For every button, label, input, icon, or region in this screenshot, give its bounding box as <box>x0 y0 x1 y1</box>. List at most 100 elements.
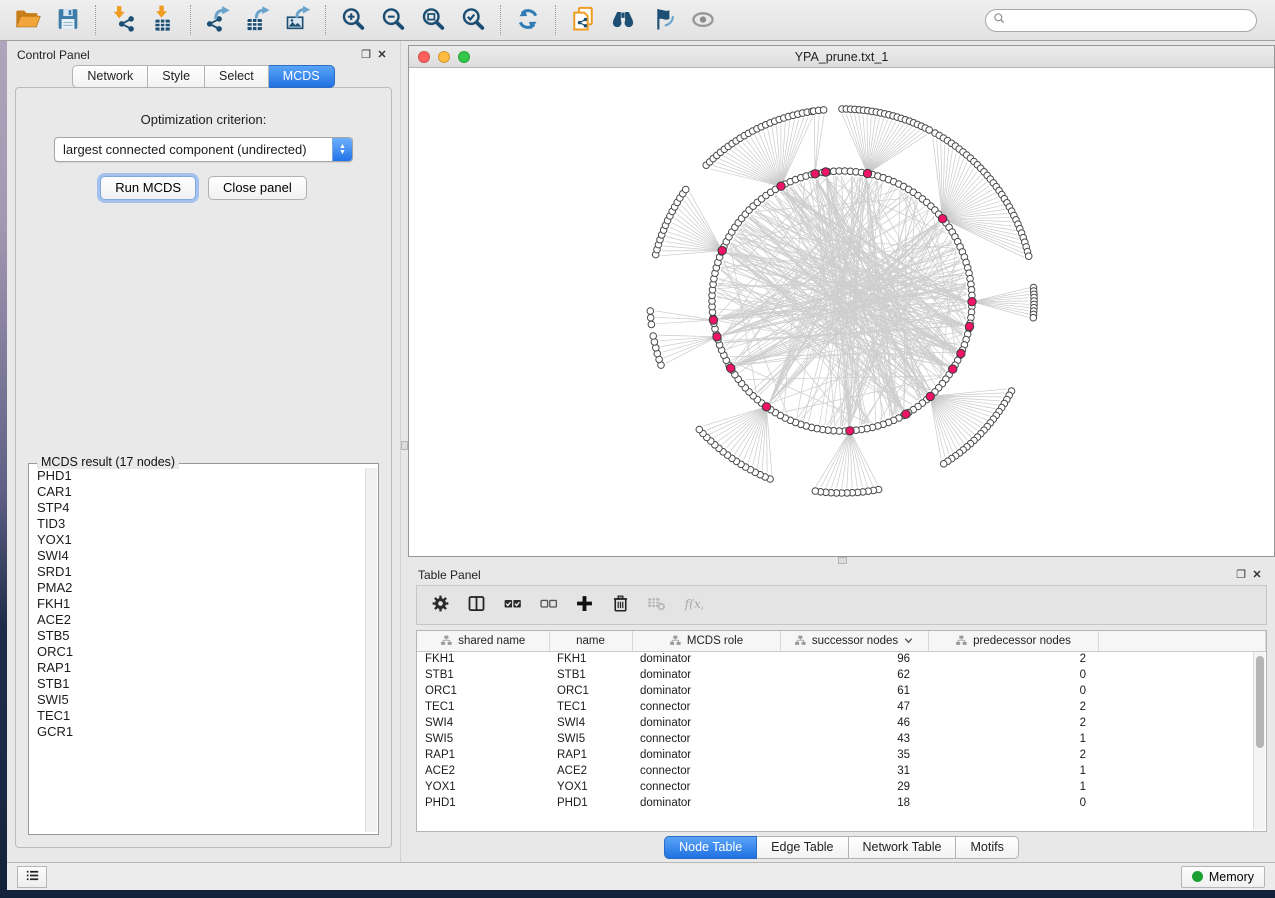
toggle-graphics-details-button[interactable] <box>645 3 681 37</box>
h-splitter-handle[interactable] <box>838 557 847 564</box>
table-row[interactable]: YOX1YOX1connector291 <box>417 779 1266 795</box>
vertical-splitter[interactable] <box>400 41 408 862</box>
zoom-selected-button[interactable] <box>455 3 491 37</box>
mcds-result-item[interactable]: PMA2 <box>33 580 364 596</box>
table-settings-button[interactable] <box>425 590 455 620</box>
table-panel-float-icon[interactable]: ❐ <box>1233 567 1249 583</box>
node-table-container: shared namenameMCDS rolesuccessor nodesp… <box>416 630 1267 832</box>
mcds-result-item[interactable]: STP4 <box>33 500 364 516</box>
save-session-button[interactable] <box>50 3 86 37</box>
table-panel: Table Panel ❐ ✕ f(x) shared namenameMCDS… <box>408 565 1275 862</box>
mcds-result-item[interactable]: SRD1 <box>33 564 364 580</box>
mcds-result-item[interactable]: SWI5 <box>33 692 364 708</box>
mcds-result-item[interactable]: STB5 <box>33 628 364 644</box>
tab-network-table[interactable]: Network Table <box>849 836 957 859</box>
open-file-button[interactable] <box>10 3 46 37</box>
import-network-button[interactable] <box>105 3 141 37</box>
function-builder-icon: f(x) <box>682 593 703 617</box>
tab-network[interactable]: Network <box>72 65 148 88</box>
status-bar: Memory <box>7 862 1275 890</box>
run-mcds-button[interactable]: Run MCDS <box>100 176 196 200</box>
table-panel-close-icon[interactable]: ✕ <box>1249 567 1265 583</box>
mcds-result-item[interactable]: YOX1 <box>33 532 364 548</box>
mcds-list-scrollbar[interactable] <box>365 468 377 832</box>
zoom-out-button[interactable] <box>375 3 411 37</box>
mcds-result-item[interactable]: STB1 <box>33 676 364 692</box>
clone-network-button[interactable] <box>565 3 601 37</box>
export-network-button[interactable] <box>200 3 236 37</box>
tab-edge-table[interactable]: Edge Table <box>757 836 848 859</box>
show-all-columns-button[interactable] <box>497 590 527 620</box>
column-header-successor-nodes[interactable]: successor nodes <box>780 631 928 651</box>
network-search-box[interactable] <box>985 9 1257 32</box>
table-row[interactable]: FKH1FKH1dominator962 <box>417 651 1266 667</box>
control-panel: Control Panel ❐ ✕ NetworkStyleSelectMCDS… <box>7 41 400 862</box>
toolbar-separator <box>190 5 191 35</box>
mcds-result-item[interactable]: CAR1 <box>33 484 364 500</box>
table-row[interactable]: ORC1ORC1dominator610 <box>417 683 1266 699</box>
tab-node-table[interactable]: Node Table <box>664 836 757 859</box>
horizontal-splitter[interactable] <box>408 557 1275 565</box>
table-scrollbar-track[interactable] <box>1253 652 1265 830</box>
add-column-button[interactable] <box>569 590 599 620</box>
export-table-button[interactable] <box>240 3 276 37</box>
network-canvas[interactable] <box>409 68 1274 556</box>
tab-select[interactable]: Select <box>205 65 269 88</box>
column-header-predecessor-nodes[interactable]: predecessor nodes <box>928 631 1098 651</box>
mcds-result-item[interactable]: ACE2 <box>33 612 364 628</box>
table-scrollbar-thumb[interactable] <box>1256 656 1264 748</box>
column-header-MCDS-role[interactable]: MCDS role <box>632 631 780 651</box>
tab-motifs[interactable]: Motifs <box>956 836 1018 859</box>
mcds-result-item[interactable]: RAP1 <box>33 660 364 676</box>
mcds-result-item[interactable]: TEC1 <box>33 708 364 724</box>
toolbar-group <box>510 3 546 37</box>
column-header-shared-name[interactable]: shared name <box>417 631 549 651</box>
hide-all-columns-button[interactable] <box>533 590 563 620</box>
mcds-result-item[interactable]: ORC1 <box>33 644 364 660</box>
toggle-graphics-details-icon <box>649 5 677 36</box>
tab-mcds[interactable]: MCDS <box>269 65 335 88</box>
desktop-wallpaper-bottom <box>0 890 1275 898</box>
mcds-result-item[interactable]: SWI4 <box>33 548 364 564</box>
table-panel-title: Table Panel <box>418 568 1233 582</box>
close-panel-button[interactable]: Close panel <box>208 176 307 200</box>
table-settings-icon <box>430 593 451 617</box>
control-panel-float-icon[interactable]: ❐ <box>358 47 374 63</box>
zoom-fit-icon <box>419 5 447 36</box>
table-row[interactable]: PHD1PHD1dominator180 <box>417 795 1266 811</box>
zoom-fit-button[interactable] <box>415 3 451 37</box>
split-panel-button[interactable] <box>461 590 491 620</box>
zoom-in-button[interactable] <box>335 3 371 37</box>
delete-table-icon <box>646 593 667 617</box>
mcds-result-item[interactable]: FKH1 <box>33 596 364 612</box>
tab-style[interactable]: Style <box>148 65 205 88</box>
mcds-result-box: MCDS result (17 nodes) PHD1CAR1STP4TID3Y… <box>28 463 379 835</box>
delete-column-button[interactable] <box>605 590 635 620</box>
control-panel-close-icon[interactable]: ✕ <box>374 47 390 63</box>
column-header-name[interactable]: name <box>549 631 632 651</box>
network-search-input[interactable] <box>1008 11 1250 29</box>
network-graph[interactable] <box>409 68 1273 554</box>
task-history-button[interactable] <box>17 866 47 888</box>
table-bottom-tabs: Node TableEdge TableNetwork TableMotifs <box>416 832 1267 862</box>
mcds-result-item[interactable]: GCR1 <box>33 724 364 740</box>
search-network-button[interactable] <box>605 3 641 37</box>
export-image-button[interactable] <box>280 3 316 37</box>
splitter-handle[interactable] <box>401 441 408 450</box>
criterion-dropdown[interactable]: largest connected component (undirected)… <box>54 137 353 162</box>
table-row[interactable]: ACE2ACE2connector311 <box>417 763 1266 779</box>
delete-column-icon <box>610 593 631 617</box>
control-panel-title: Control Panel <box>17 48 358 62</box>
mcds-result-item[interactable]: TID3 <box>33 516 364 532</box>
zoom-selected-icon <box>459 5 487 36</box>
table-row[interactable]: TEC1TEC1connector472 <box>417 699 1266 715</box>
refresh-view-button[interactable] <box>510 3 546 37</box>
table-row[interactable]: STB1STB1dominator620 <box>417 667 1266 683</box>
table-row[interactable]: SWI5SWI5connector431 <box>417 731 1266 747</box>
table-row[interactable]: SWI4SWI4dominator462 <box>417 715 1266 731</box>
mcds-result-item[interactable]: PHD1 <box>33 468 364 484</box>
table-row[interactable]: RAP1RAP1dominator352 <box>417 747 1266 763</box>
memory-button[interactable]: Memory <box>1181 866 1265 888</box>
show-hide-eye-button[interactable] <box>685 3 721 37</box>
import-table-button[interactable] <box>145 3 181 37</box>
